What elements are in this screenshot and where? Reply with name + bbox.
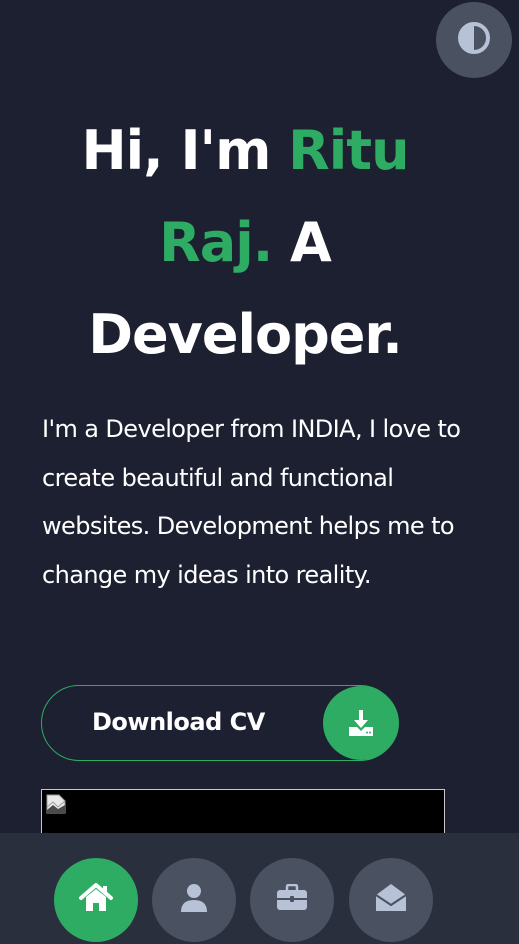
nav-portfolio-button[interactable]	[250, 858, 334, 942]
bottom-navigation	[0, 833, 519, 944]
envelope-open-icon	[375, 883, 407, 917]
intro-paragraph: I'm a Developer from INDIA, I love to cr…	[42, 415, 461, 589]
download-icon[interactable]	[323, 686, 399, 760]
download-cv-button[interactable]: Download CV	[41, 685, 399, 761]
home-icon	[79, 883, 113, 917]
hero-heading: Hi, I'm Ritu Raj. A Developer.	[60, 105, 430, 381]
hero-article: A	[272, 211, 332, 274]
hero-greeting: Hi, I'm	[81, 119, 289, 182]
portfolio-page: Hi, I'm Ritu Raj. A Developer. I'm a Dev…	[0, 0, 519, 944]
theme-toggle-button[interactable]	[436, 2, 512, 78]
hero-role: Developer.	[88, 303, 403, 366]
nav-home-button[interactable]	[54, 858, 138, 942]
contrast-icon	[457, 21, 491, 59]
hero-last-name: Raj.	[159, 211, 273, 274]
download-cv-label: Download CV	[92, 708, 265, 736]
nav-contact-button[interactable]	[349, 858, 433, 942]
briefcase-icon	[276, 883, 308, 916]
user-icon	[180, 883, 208, 917]
broken-image-icon	[45, 793, 67, 815]
hero-first-name: Ritu	[288, 119, 409, 182]
nav-about-button[interactable]	[152, 858, 236, 942]
